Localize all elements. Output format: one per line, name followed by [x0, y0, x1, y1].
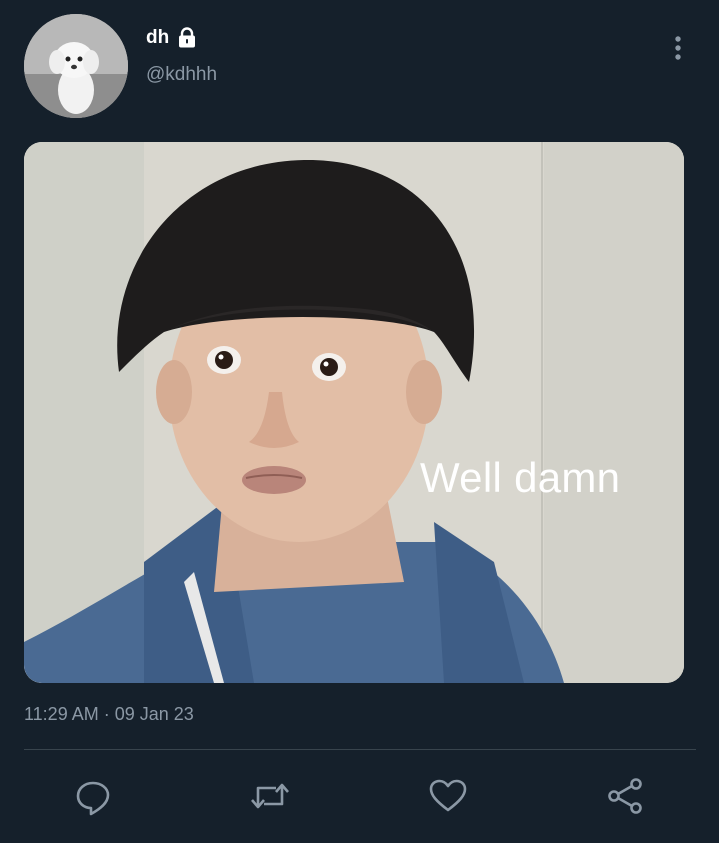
share-button[interactable] — [603, 776, 647, 820]
tweet-media-image[interactable]: Well damn — [24, 142, 684, 683]
heart-icon — [428, 776, 468, 821]
share-icon — [605, 776, 645, 821]
tweet-timestamp[interactable]: 11:29 AM · 09 Jan 23 — [24, 704, 194, 725]
user-name-row: dh — [146, 26, 199, 50]
reply-button[interactable] — [71, 776, 115, 820]
lock-icon — [175, 26, 199, 50]
image-caption-text: Well damn — [420, 454, 621, 501]
like-button[interactable] — [426, 776, 470, 820]
avatar[interactable] — [24, 14, 128, 118]
retweet-icon — [248, 776, 292, 821]
reply-icon — [73, 776, 113, 821]
more-vertical-icon[interactable] — [664, 34, 692, 62]
avatar-image — [24, 14, 128, 118]
media-photo — [24, 142, 684, 683]
retweet-button[interactable] — [248, 776, 292, 820]
display-name[interactable]: dh — [146, 27, 169, 49]
tweet-detail: dh @kdhhh Well damn 11:29 AM · 09 Jan 23 — [0, 0, 719, 843]
user-handle[interactable]: @kdhhh — [146, 64, 217, 86]
divider — [24, 749, 696, 750]
